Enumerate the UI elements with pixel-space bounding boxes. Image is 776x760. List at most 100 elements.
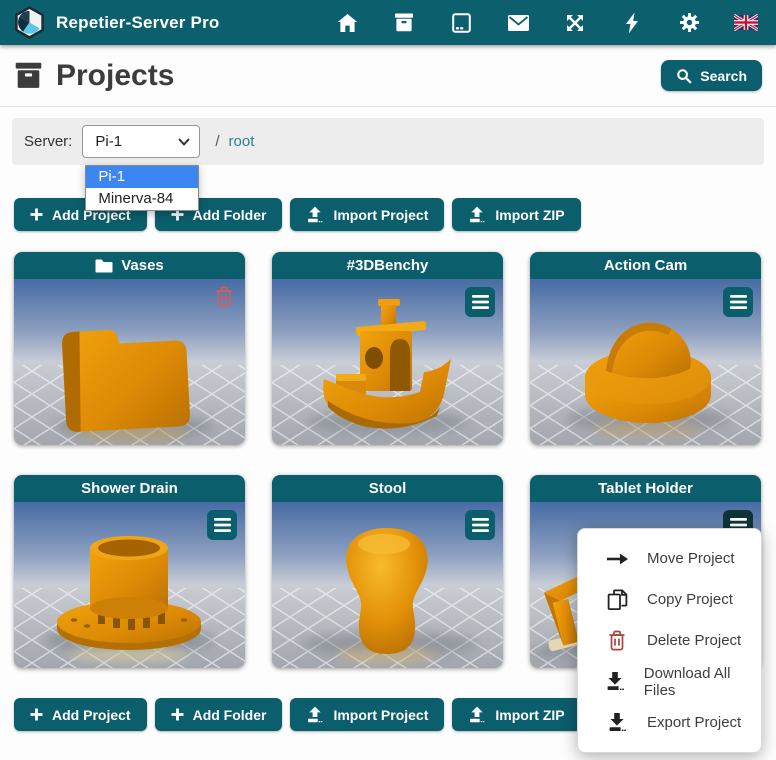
search-button[interactable]: Search (661, 60, 762, 91)
menu-item-label: Export Project (647, 714, 741, 731)
server-options-dropdown: Pi-1Minerva-84 (85, 165, 199, 211)
server-select[interactable]: Pi-1 (82, 125, 200, 158)
upload-icon (306, 706, 324, 723)
search-icon (676, 68, 692, 84)
settings-gear-icon[interactable] (677, 11, 701, 35)
import-zip-button[interactable]: Import ZIP (452, 698, 580, 731)
page-header: Projects Search (0, 45, 776, 107)
card-header-action-cam: Action Cam (530, 252, 761, 279)
server-label: Server: (24, 133, 72, 150)
chevron-down-icon (178, 138, 190, 146)
brand: Repetier-Server Pro (14, 6, 219, 39)
copy-icon (604, 589, 630, 611)
import-project-button[interactable]: Import Project (290, 198, 444, 231)
card-title-text: Tablet Holder (598, 480, 693, 497)
project-menu-button-shower-drain[interactable] (207, 510, 237, 540)
hamburger-icon (214, 518, 231, 532)
plus-icon (30, 208, 43, 221)
project-card-3dbenchy[interactable]: #3DBenchy (272, 252, 503, 445)
card-header-shower-drain: Shower Drain (14, 475, 245, 502)
card-preview-stool (272, 502, 503, 668)
menu-item-export-project[interactable]: Export Project (578, 702, 761, 743)
breadcrumb-separator: / (215, 133, 219, 150)
add-project-button[interactable]: Add Project (14, 698, 147, 731)
messages-icon[interactable] (506, 11, 530, 35)
project-card-shower-drain[interactable]: Shower Drain (14, 475, 245, 668)
project-context-menu: Move Project Copy Project Delete Project… (577, 528, 762, 753)
menu-item-move-project[interactable]: Move Project (578, 538, 761, 579)
project-menu-button-stool[interactable] (465, 510, 495, 540)
download-icon (604, 712, 630, 733)
breadcrumb-root-link[interactable]: root (229, 133, 255, 150)
add-project-label: Add Project (52, 707, 131, 723)
projects-box-dark-icon (14, 62, 43, 89)
server-select-value: Pi-1 (95, 133, 178, 150)
menu-item-label: Copy Project (647, 591, 733, 608)
app-title: Repetier-Server Pro (56, 13, 219, 33)
language-flag-icon[interactable] (734, 11, 758, 35)
touch-panel-icon[interactable] (449, 11, 473, 35)
trash-icon (604, 630, 630, 652)
server-bar: Server: Pi-1 Pi-1Minerva-84 / root (12, 118, 764, 165)
repetier-logo-icon (14, 6, 45, 39)
card-preview-action-cam (530, 279, 761, 445)
card-header-vases: Vases (14, 252, 245, 279)
page-title-text: Projects (56, 59, 174, 93)
import-zip-label: Import ZIP (495, 207, 564, 223)
menu-item-delete-project[interactable]: Delete Project (578, 620, 761, 661)
fullscreen-icon[interactable] (563, 11, 587, 35)
import-zip-button[interactable]: Import ZIP (452, 198, 580, 231)
card-preview-shower-drain (14, 502, 245, 668)
card-preview-3dbenchy (272, 279, 503, 445)
download-icon (604, 671, 627, 692)
plus-icon (30, 708, 43, 721)
project-card-vases[interactable]: Vases (14, 252, 245, 445)
add-folder-button[interactable]: Add Folder (155, 698, 283, 731)
import-zip-label: Import ZIP (495, 707, 564, 723)
card-title-text: Stool (369, 480, 407, 497)
menu-item-label: Download All Files (644, 665, 751, 699)
folder-icon (95, 259, 113, 273)
import-project-label: Import Project (333, 707, 428, 723)
card-preview-vases (14, 279, 245, 445)
menu-item-label: Move Project (647, 550, 735, 567)
menu-item-download-all-files[interactable]: Download All Files (578, 661, 761, 702)
card-title-text: Shower Drain (81, 480, 178, 497)
card-title-text: Action Cam (604, 257, 687, 274)
card-title-text: Vases (121, 257, 164, 274)
home-icon[interactable] (335, 11, 359, 35)
search-button-label: Search (700, 68, 747, 84)
projects-box-icon[interactable] (392, 11, 416, 35)
server-option-pi-1[interactable]: Pi-1 (86, 166, 198, 188)
upload-icon (468, 706, 486, 723)
delete-folder-trash-icon[interactable] (214, 286, 234, 308)
arrow-right-icon (604, 552, 630, 566)
add-folder-label: Add Folder (193, 707, 267, 723)
upload-icon (468, 206, 486, 223)
project-card-stool[interactable]: Stool (272, 475, 503, 668)
card-header-3dbenchy: #3DBenchy (272, 252, 503, 279)
project-menu-button-action-cam[interactable] (723, 287, 753, 317)
project-menu-button-3dbenchy[interactable] (465, 287, 495, 317)
import-project-label: Import Project (333, 207, 428, 223)
menu-item-label: Delete Project (647, 632, 741, 649)
plus-icon (171, 708, 184, 721)
server-option-minerva-84[interactable]: Minerva-84 (86, 188, 198, 210)
breadcrumb: / root (215, 133, 254, 150)
card-header-tablet-holder: Tablet Holder (530, 475, 761, 502)
server-select-wrap: Pi-1 Pi-1Minerva-84 (82, 125, 200, 158)
power-icon[interactable] (620, 11, 644, 35)
navbar: Repetier-Server Pro (0, 0, 776, 45)
import-project-button[interactable]: Import Project (290, 698, 444, 731)
model-preview-folder (14, 279, 245, 445)
projects-page: Repetier-Server Pro (0, 0, 776, 760)
project-card-action-cam[interactable]: Action Cam (530, 252, 761, 445)
hamburger-icon (730, 295, 747, 309)
add-folder-label: Add Folder (193, 207, 267, 223)
menu-item-copy-project[interactable]: Copy Project (578, 579, 761, 620)
upload-icon (306, 206, 324, 223)
card-header-stool: Stool (272, 475, 503, 502)
nav-icons (335, 11, 762, 35)
page-title: Projects (14, 59, 174, 93)
hamburger-icon (472, 295, 489, 309)
